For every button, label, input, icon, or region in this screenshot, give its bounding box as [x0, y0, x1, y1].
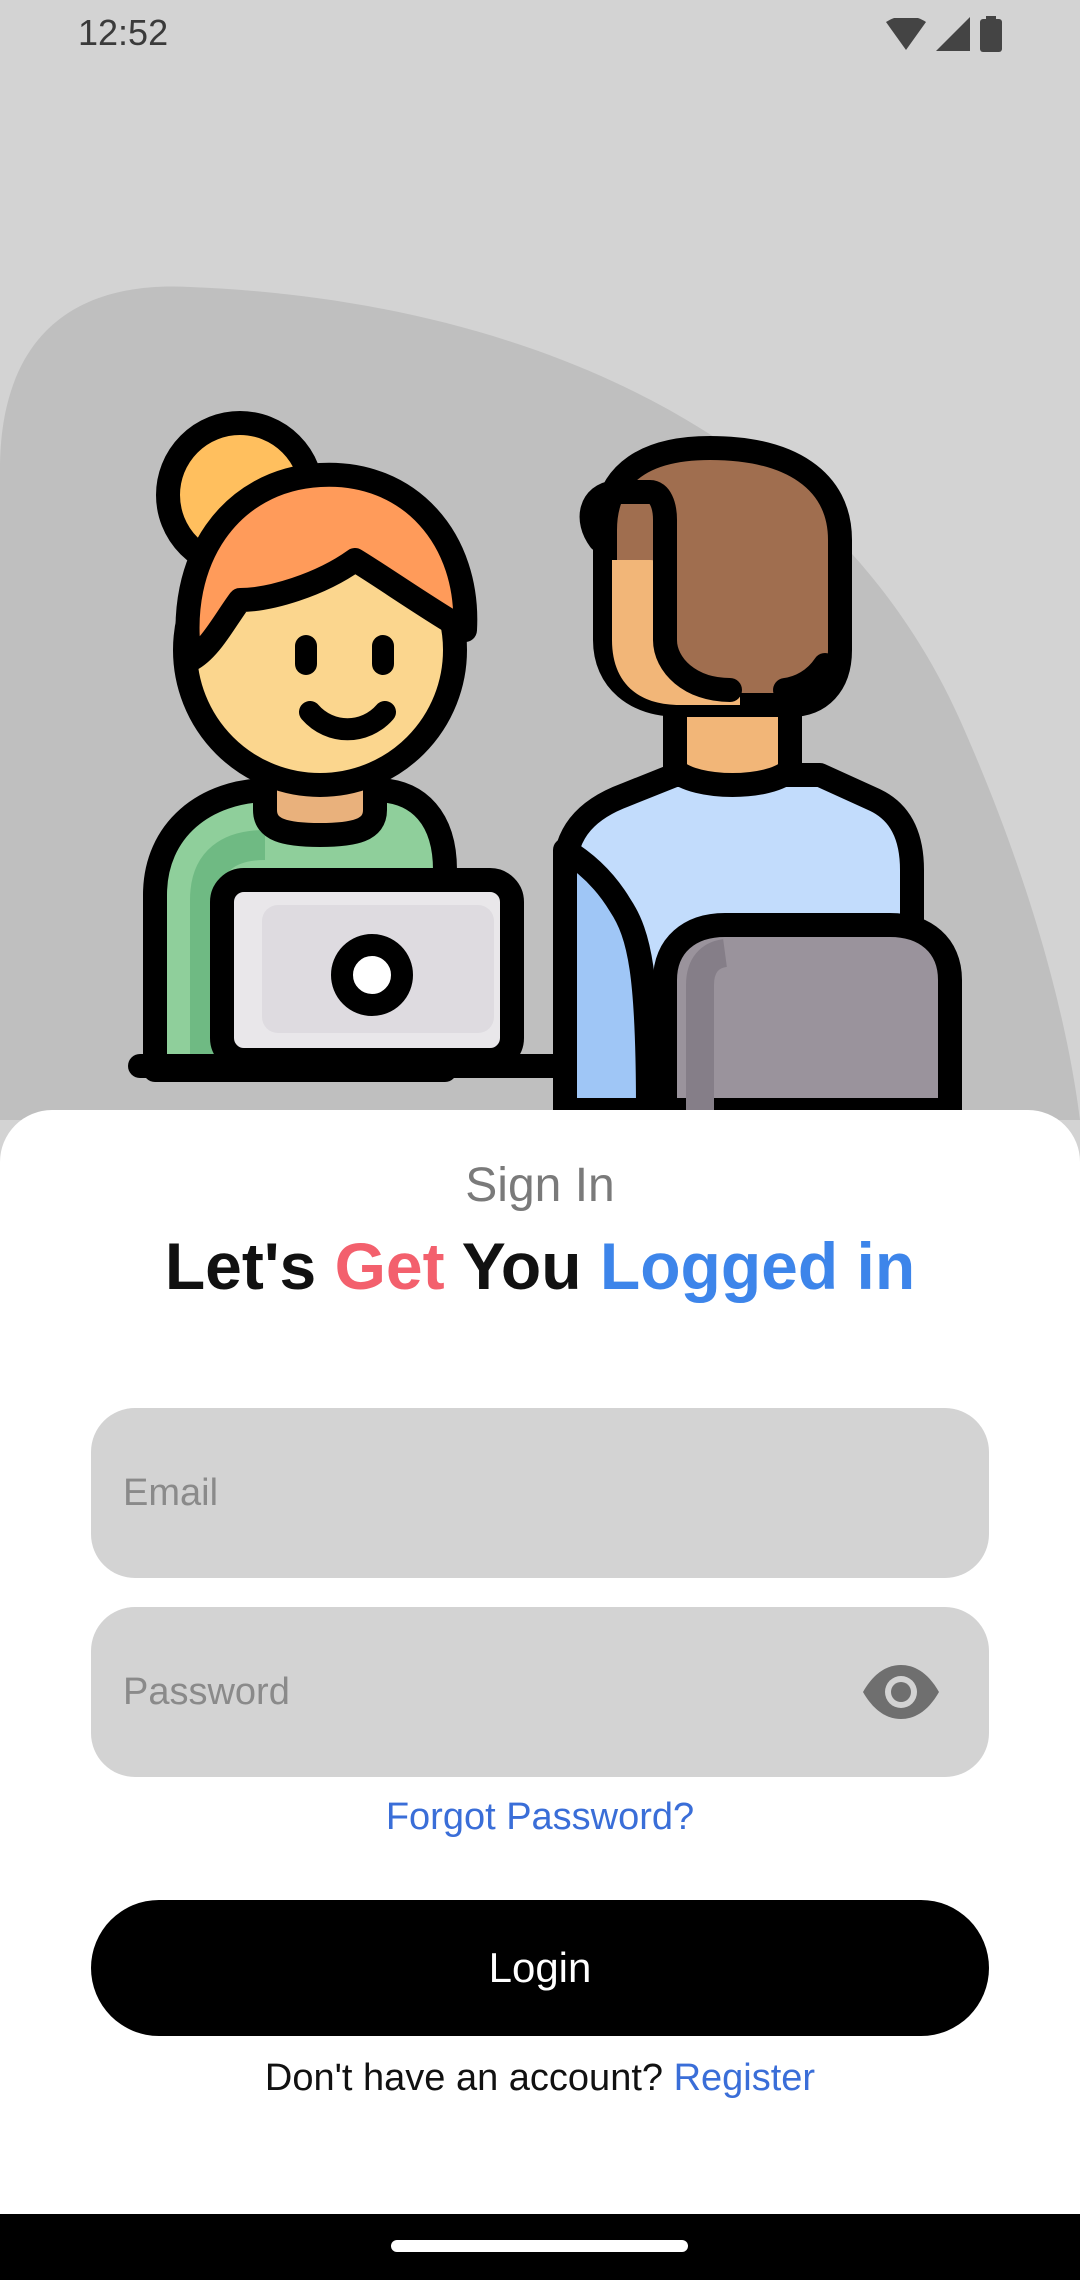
- sign-in-title: Sign In: [465, 1159, 615, 1212]
- home-indicator[interactable]: [391, 2240, 688, 2252]
- headline-part-4: Logged in: [599, 1229, 916, 1303]
- eye-icon[interactable]: [861, 1665, 941, 1719]
- password-field-container: [91, 1607, 989, 1777]
- headline-part-1: Let's: [164, 1229, 335, 1303]
- status-icons: [886, 16, 1002, 52]
- forgot-password-link[interactable]: Forgot Password?: [0, 1796, 1080, 1839]
- headline-part-3: You: [444, 1229, 600, 1303]
- register-prompt: Don't have an account?: [264, 2057, 674, 2099]
- headline-part-2: Get: [334, 1229, 445, 1303]
- wifi-icon: [886, 18, 926, 50]
- page-headline: Let's Get You Logged in: [0, 1228, 1080, 1304]
- login-button[interactable]: Login: [91, 1900, 989, 2036]
- email-input[interactable]: [121, 1470, 885, 1516]
- status-bar: 12:52: [0, 0, 1080, 72]
- password-input[interactable]: [121, 1669, 885, 1715]
- cellular-signal-icon: [936, 17, 970, 51]
- system-nav-bar: [0, 2214, 1080, 2280]
- register-row: Don't have an account? Register: [0, 2057, 1080, 2100]
- battery-icon: [980, 16, 1002, 52]
- hero-illustration: [0, 0, 1080, 1122]
- register-link[interactable]: Register: [674, 2057, 816, 2099]
- email-field-container: [91, 1408, 989, 1578]
- two-people-laptop-illustration: [0, 286, 1080, 1122]
- status-time: 12:52: [78, 12, 169, 53]
